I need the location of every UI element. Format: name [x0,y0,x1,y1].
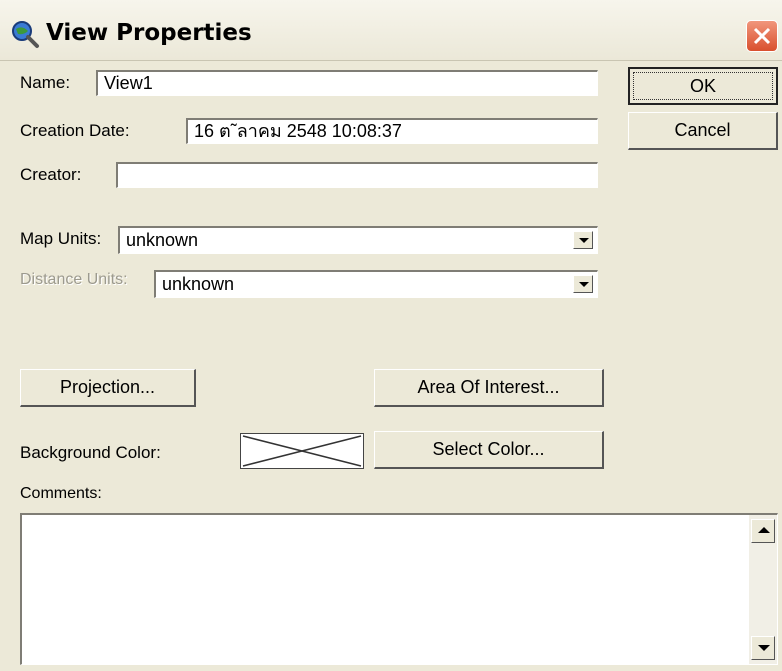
title-bar[interactable]: View Properties [0,0,782,61]
background-color-swatch[interactable] [240,433,364,469]
projection-button[interactable]: Projection... [20,369,196,407]
area-of-interest-button[interactable]: Area Of Interest... [374,369,604,407]
scroll-up-icon[interactable] [751,519,775,543]
creation-date-label: Creation Date: [20,121,130,140]
close-button[interactable] [746,20,778,52]
window-title: View Properties [46,20,252,46]
map-units-value: unknown [126,230,199,250]
creator-label: Creator: [20,165,82,184]
view-properties-dialog: View Properties Name: View1 OK Cancel Cr… [0,0,782,671]
comments-scrollbar[interactable] [749,515,777,664]
map-units-label: Map Units: [20,229,102,248]
name-field[interactable]: View1 [96,70,598,96]
cancel-button[interactable]: Cancel [628,112,778,150]
map-units-select[interactable]: unknown [118,226,598,254]
creation-date-field[interactable]: 16 ต˜ลาคม 2548 10:08:37 [186,118,598,144]
name-label: Name: [20,73,71,92]
chevron-down-icon[interactable] [573,231,593,249]
comments-label: Comments: [20,485,102,502]
scroll-down-icon[interactable] [751,636,775,660]
close-icon [753,27,771,45]
ok-button-label: OK [633,72,773,100]
magnifier-globe-icon [12,21,39,48]
no-color-cross-icon [242,435,362,467]
distance-units-select[interactable]: unknown [154,270,598,298]
background-color-label: Background Color: [20,443,161,462]
distance-units-value: unknown [162,274,235,294]
creator-field[interactable] [116,162,598,188]
ok-button[interactable]: OK [628,67,778,105]
comments-textarea[interactable] [20,513,778,665]
select-color-button[interactable]: Select Color... [374,431,604,469]
chevron-down-icon[interactable] [573,275,593,293]
distance-units-label: Distance Units: [20,271,128,288]
